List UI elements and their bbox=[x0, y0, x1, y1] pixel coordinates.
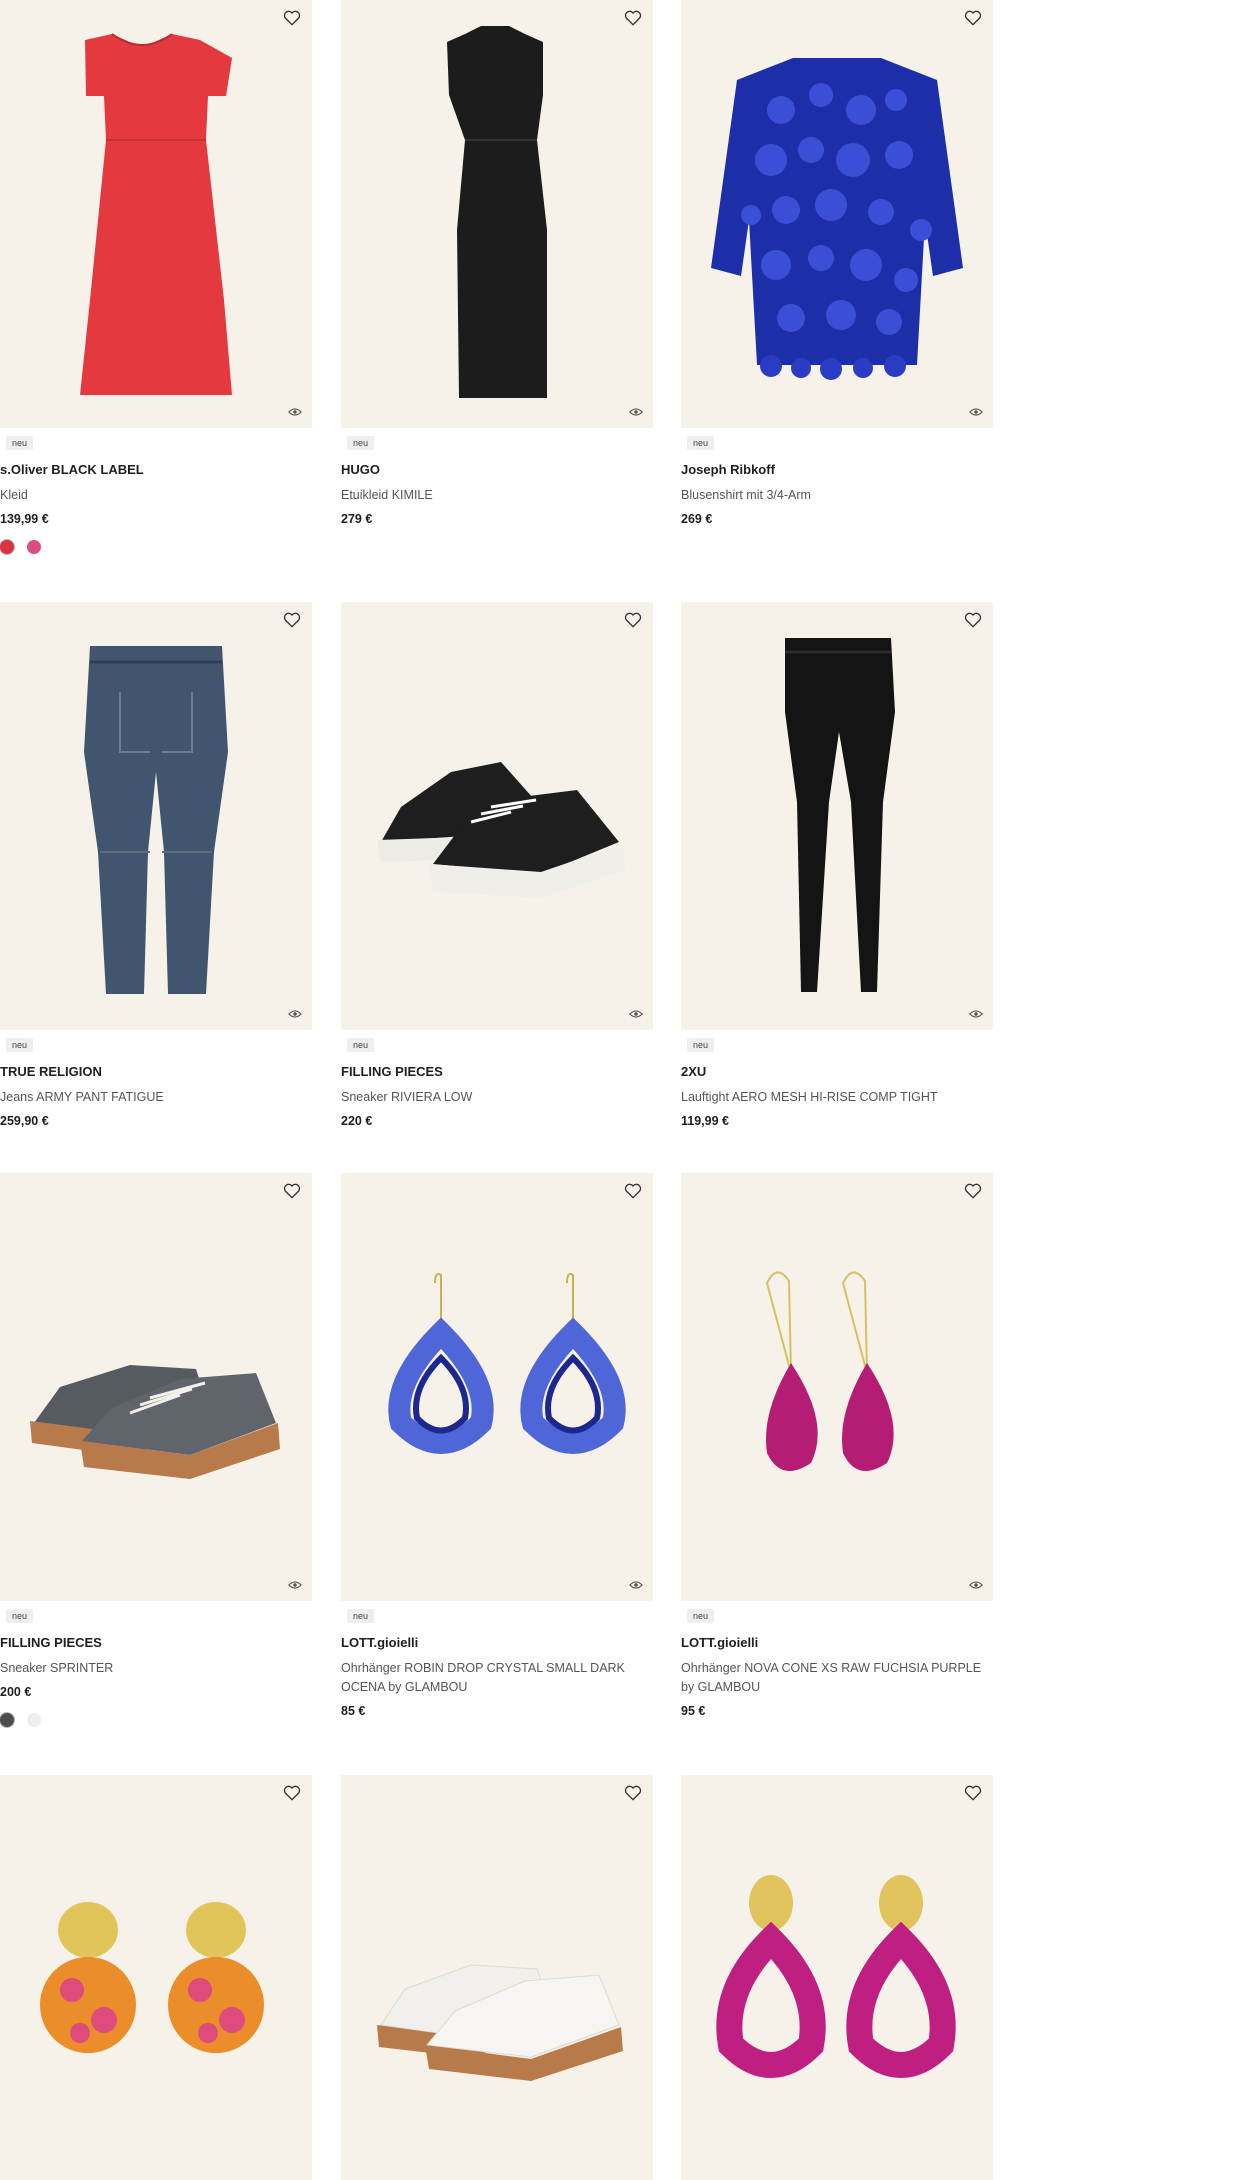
product-price: 85 € bbox=[341, 1704, 366, 1718]
new-badge: neu bbox=[347, 1609, 375, 1623]
view-icon[interactable] bbox=[629, 1008, 643, 1020]
product-brand[interactable]: HUGO bbox=[341, 462, 653, 477]
product-price: 259,90 € bbox=[0, 1114, 49, 1128]
blouse-image bbox=[711, 58, 963, 380]
product-name[interactable]: Sneaker SPRINTER bbox=[0, 1659, 312, 1678]
product-image[interactable] bbox=[341, 1173, 653, 1601]
product-price: 220 € bbox=[341, 1114, 373, 1128]
product-image[interactable] bbox=[0, 1173, 312, 1601]
color-swatch-red[interactable] bbox=[0, 540, 14, 554]
product-price: 119,99 € bbox=[681, 1114, 729, 1128]
product-image[interactable] bbox=[681, 0, 993, 428]
product-image[interactable] bbox=[0, 0, 312, 428]
product-image[interactable] bbox=[0, 602, 312, 1030]
heart-outline-icon[interactable] bbox=[282, 610, 302, 630]
product-name[interactable]: Kleid bbox=[0, 486, 312, 505]
product-name[interactable]: Blusenshirt mit 3/4-Arm bbox=[681, 486, 993, 505]
heart-outline-icon[interactable] bbox=[963, 610, 983, 630]
new-badge: neu bbox=[687, 1038, 715, 1052]
view-icon[interactable] bbox=[969, 1008, 983, 1020]
heart-outline-icon[interactable] bbox=[963, 1181, 983, 1201]
view-icon[interactable] bbox=[969, 406, 983, 418]
product-image[interactable] bbox=[0, 1775, 312, 2180]
color-swatch-white[interactable] bbox=[27, 1713, 41, 1727]
product-grid: neu s.Oliver BLACK LABEL Kleid 139,99 € … bbox=[0, 0, 994, 2180]
product-brand[interactable]: FILLING PIECES bbox=[341, 1064, 653, 1079]
view-icon[interactable] bbox=[629, 406, 643, 418]
new-badge: neu bbox=[347, 1038, 375, 1052]
product-name[interactable]: Ohrhänger ROBIN DROP CRYSTAL SMALL DARK … bbox=[341, 1659, 653, 1697]
heart-outline-icon[interactable] bbox=[282, 1783, 302, 1803]
view-icon[interactable] bbox=[969, 1579, 983, 1591]
sneaker-image bbox=[377, 762, 625, 898]
product-image[interactable] bbox=[341, 1775, 653, 2180]
product-name[interactable]: Ohrhänger NOVA CONE XS RAW FUCHSIA PURPL… bbox=[681, 1659, 993, 1697]
view-icon[interactable] bbox=[288, 1008, 302, 1020]
view-icon[interactable] bbox=[288, 406, 302, 418]
dress-image bbox=[447, 26, 547, 398]
color-swatch-grey[interactable] bbox=[0, 1713, 14, 1727]
new-badge: neu bbox=[6, 1609, 34, 1623]
color-swatches bbox=[0, 540, 41, 554]
product-brand[interactable]: s.Oliver BLACK LABEL bbox=[0, 462, 312, 477]
heart-outline-icon[interactable] bbox=[282, 1181, 302, 1201]
earrings-image bbox=[716, 1875, 956, 2078]
heart-outline-icon[interactable] bbox=[623, 1783, 643, 1803]
product-brand[interactable]: 2XU bbox=[681, 1064, 993, 1079]
earrings-image bbox=[40, 1902, 264, 2053]
new-badge: neu bbox=[347, 436, 375, 450]
view-icon[interactable] bbox=[288, 1579, 302, 1591]
heart-outline-icon[interactable] bbox=[623, 610, 643, 630]
dress-image bbox=[80, 33, 232, 395]
heart-outline-icon[interactable] bbox=[623, 1181, 643, 1201]
jeans-image bbox=[84, 646, 228, 994]
heart-outline-icon[interactable] bbox=[963, 1783, 983, 1803]
heart-outline-icon[interactable] bbox=[282, 8, 302, 28]
product-image[interactable] bbox=[681, 1173, 993, 1601]
product-price: 279 € bbox=[341, 512, 373, 526]
product-name[interactable]: Etuikleid KIMILE bbox=[341, 486, 653, 505]
product-name[interactable]: Lauftight AERO MESH HI-RISE COMP TIGHT bbox=[681, 1088, 993, 1107]
product-image[interactable] bbox=[681, 602, 993, 1030]
sneaker-image bbox=[30, 1365, 280, 1479]
product-brand[interactable]: LOTT.gioielli bbox=[341, 1635, 653, 1650]
color-swatch-pink[interactable] bbox=[27, 540, 41, 554]
product-name[interactable]: Jeans ARMY PANT FATIGUE bbox=[0, 1088, 312, 1107]
new-badge: neu bbox=[6, 1038, 34, 1052]
earrings-image bbox=[388, 1273, 626, 1454]
product-brand[interactable]: Joseph Ribkoff bbox=[681, 462, 993, 477]
tights-image bbox=[785, 638, 895, 992]
product-price: 269 € bbox=[681, 512, 713, 526]
product-name[interactable]: Sneaker RIVIERA LOW bbox=[341, 1088, 653, 1107]
new-badge: neu bbox=[6, 436, 34, 450]
product-image[interactable] bbox=[341, 0, 653, 428]
view-icon[interactable] bbox=[629, 1579, 643, 1591]
earrings-image bbox=[765, 1271, 894, 1471]
color-swatches bbox=[0, 1713, 41, 1727]
product-price: 139,99 € bbox=[0, 512, 49, 526]
new-badge: neu bbox=[687, 1609, 715, 1623]
heart-outline-icon[interactable] bbox=[963, 8, 983, 28]
product-brand[interactable]: FILLING PIECES bbox=[0, 1635, 312, 1650]
product-price: 95 € bbox=[681, 1704, 706, 1718]
sneaker-image bbox=[377, 1964, 623, 2081]
product-image[interactable] bbox=[681, 1775, 993, 2180]
product-image[interactable] bbox=[341, 602, 653, 1030]
product-brand[interactable]: TRUE RELIGION bbox=[0, 1064, 312, 1079]
heart-outline-icon[interactable] bbox=[623, 8, 643, 28]
product-price: 200 € bbox=[0, 1685, 32, 1699]
new-badge: neu bbox=[687, 436, 715, 450]
product-brand[interactable]: LOTT.gioielli bbox=[681, 1635, 993, 1650]
